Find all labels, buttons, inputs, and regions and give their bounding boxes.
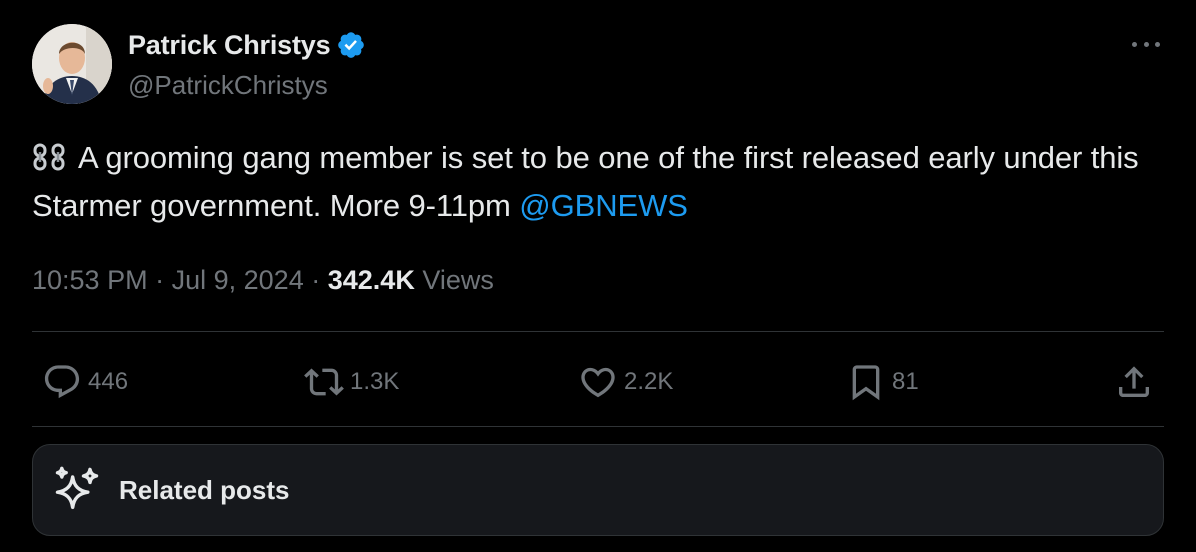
sparkle-icon xyxy=(55,466,99,510)
share-button[interactable] xyxy=(1114,360,1154,404)
bookmark-button[interactable]: 81 xyxy=(846,360,919,404)
post-meta: 10:53 PM · Jul 9, 2024 · 342.4K Views xyxy=(32,262,494,298)
more-options-icon[interactable] xyxy=(1128,32,1164,56)
share-icon xyxy=(1119,366,1149,397)
divider xyxy=(32,331,1164,332)
repost-icon xyxy=(304,368,344,396)
avatar[interactable] xyxy=(32,24,112,104)
reply-count: 446 xyxy=(88,368,129,395)
heart-icon xyxy=(581,367,615,398)
related-posts-label: Related posts xyxy=(119,474,290,505)
display-name[interactable]: Patrick Christys xyxy=(128,30,331,61)
views-count: 342.4K xyxy=(327,265,415,295)
post-time[interactable]: 10:53 PM xyxy=(32,265,148,295)
action-bar: 446 1.3K 2.2K 81 xyxy=(32,360,1164,404)
author-handle[interactable]: @PatrickChristys xyxy=(128,70,366,101)
bookmark-count: 81 xyxy=(892,368,919,395)
mention-link[interactable]: @GBNEWS xyxy=(519,188,688,223)
like-count: 2.2K xyxy=(624,368,674,395)
meta-separator: · xyxy=(311,265,321,295)
bookmark-icon xyxy=(852,365,880,401)
repost-button[interactable]: 1.3K xyxy=(304,360,399,404)
meta-separator: · xyxy=(155,265,165,295)
author-names: Patrick Christys @PatrickChristys xyxy=(128,24,366,104)
avatar-image xyxy=(32,24,112,104)
like-button[interactable]: 2.2K xyxy=(578,360,673,404)
post: Patrick Christys @PatrickChristys A groo… xyxy=(0,0,1196,552)
reply-icon xyxy=(44,365,80,399)
post-header: Patrick Christys @PatrickChristys xyxy=(32,24,1164,104)
name-row: Patrick Christys xyxy=(128,28,366,62)
views-label: Views xyxy=(422,265,494,295)
reply-button[interactable]: 446 xyxy=(42,360,128,404)
verified-badge-icon[interactable] xyxy=(336,30,366,60)
divider xyxy=(32,426,1164,427)
post-text: A grooming gang member is set to be one … xyxy=(32,134,1152,230)
repost-count: 1.3K xyxy=(350,368,400,395)
related-posts-button[interactable]: Related posts xyxy=(32,444,1164,536)
chains-emoji-icon xyxy=(32,137,68,171)
post-date[interactable]: Jul 9, 2024 xyxy=(172,265,304,295)
